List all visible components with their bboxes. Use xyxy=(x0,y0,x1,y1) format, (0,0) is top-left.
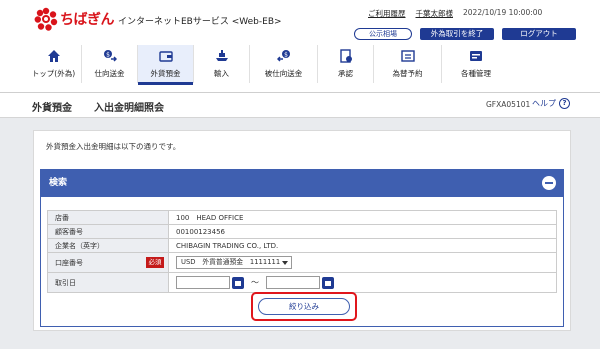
end-fx-button[interactable]: 外為取引を終了 xyxy=(420,28,494,40)
nav-item-import[interactable]: 輸入 xyxy=(194,45,250,83)
calendar-icon[interactable] xyxy=(322,276,334,289)
public-rate-button[interactable]: 公示相場 xyxy=(354,28,412,40)
filter-button[interactable]: 絞り込み xyxy=(258,298,350,315)
nav-item-outward-remittance[interactable]: $ 仕向送金 xyxy=(82,45,138,83)
help-link[interactable]: ヘルプ ? xyxy=(532,98,570,109)
header: ちばぎん インターネットEBサービス <Web-EB> ご利用履歴 千葉太郎様 … xyxy=(0,0,600,93)
form-row-customer-no: 顧客番号 00100123456 xyxy=(47,225,557,239)
nav-item-label: 被仕向送金 xyxy=(264,69,303,78)
account-label-cell: 口座番号 必須 xyxy=(47,253,169,272)
help-label: ヘルプ xyxy=(532,99,556,108)
svg-text:$: $ xyxy=(106,52,110,59)
svg-text:$: $ xyxy=(284,52,288,59)
search-panel: 検索 店番 100 HEAD OFFICE 顧客番号 00100123456 企… xyxy=(40,169,564,327)
nav-item-label: トップ(外為) xyxy=(31,69,76,78)
nav-item-label: 輸入 xyxy=(214,69,229,78)
main-nav: トップ(外為) $ 仕向送金 外貨預金 輸入 $ 被仕向送金 承認 為替予約 各… xyxy=(26,45,510,85)
home-icon xyxy=(47,50,60,62)
screen-id: GFXA05101 xyxy=(486,100,531,109)
date-range-separator: ～ xyxy=(251,278,259,287)
outward-remittance-icon: $ xyxy=(103,50,117,62)
collapse-icon[interactable] xyxy=(542,176,556,190)
section-title: 外貨預金 xyxy=(32,103,72,114)
header-buttons: 公示相場 外為取引を終了 ログアウト xyxy=(354,28,576,40)
nav-item-label: 承認 xyxy=(338,69,353,78)
management-icon xyxy=(470,51,482,61)
nav-item-label: 各種管理 xyxy=(461,69,491,78)
customer-no-label: 顧客番号 xyxy=(47,225,169,238)
brand-name: ちばぎん xyxy=(60,12,115,28)
nav-item-inward-remittance[interactable]: $ 被仕向送金 xyxy=(250,45,318,83)
required-badge: 必須 xyxy=(146,257,164,268)
page-title-bar: 外貨預金 入出金明細照会 GFXA05101 ヘルプ ? xyxy=(0,93,600,118)
form-row-account: 口座番号 必須 USD 外貨普通預金 1111111 xyxy=(47,253,557,273)
wallet-icon xyxy=(158,51,173,62)
exchange-icon xyxy=(400,50,415,62)
approval-icon xyxy=(339,49,352,63)
nav-item-fx-contract[interactable]: 為替予約 xyxy=(374,45,442,83)
form-row-branch: 店番 100 HEAD OFFICE xyxy=(47,211,557,225)
trade-date-value-cell: ～ xyxy=(169,273,557,292)
account-select-value: USD 外貨普通預金 1111111 xyxy=(181,258,281,266)
nav-item-approval[interactable]: 承認 xyxy=(318,45,374,83)
search-heading: 検索 xyxy=(49,178,68,188)
page-title: 入出金明細照会 xyxy=(94,103,164,114)
branch-value: 100 HEAD OFFICE xyxy=(169,211,557,224)
search-form: 店番 100 HEAD OFFICE 顧客番号 00100123456 企業名（… xyxy=(47,210,557,293)
branch-label: 店番 xyxy=(47,211,169,224)
account-label: 口座番号 xyxy=(55,258,83,267)
chibagin-logo-icon xyxy=(34,7,58,31)
chevron-down-icon xyxy=(282,261,288,265)
trade-date-label: 取引日 xyxy=(47,273,169,292)
date-to-input[interactable] xyxy=(266,276,320,289)
help-icon: ? xyxy=(559,98,570,109)
company-label: 企業名（英字） xyxy=(47,239,169,252)
form-row-trade-date: 取引日 ～ xyxy=(47,273,557,293)
search-header: 検索 xyxy=(41,170,563,197)
user-name-link[interactable]: 千葉太郎様 xyxy=(416,8,454,19)
main-card: 外貨預金入出金明細は以下の通りです。 検索 店番 100 HEAD OFFICE… xyxy=(33,130,571,331)
date-from-input[interactable] xyxy=(176,276,230,289)
customer-no-value: 00100123456 xyxy=(169,225,557,238)
account-select[interactable]: USD 外貨普通預金 1111111 xyxy=(176,256,292,269)
usage-history-link[interactable]: ご利用履歴 xyxy=(368,8,406,19)
top-links: ご利用履歴 千葉太郎様 2022/10/19 10:00:00 xyxy=(368,8,542,19)
form-row-company: 企業名（英字） CHIBAGIN TRADING CO., LTD. xyxy=(47,239,557,253)
account-value-cell: USD 外貨普通預金 1111111 xyxy=(169,253,557,272)
nav-item-top[interactable]: トップ(外為) xyxy=(26,45,82,83)
ship-icon xyxy=(215,50,228,61)
nav-item-management[interactable]: 各種管理 xyxy=(442,45,510,83)
logout-button[interactable]: ログアウト xyxy=(502,28,576,40)
intro-text: 外貨預金入出金明細は以下の通りです。 xyxy=(46,142,181,151)
nav-item-label: 外貨預金 xyxy=(150,69,181,78)
filter-button-highlight: 絞り込み xyxy=(251,292,357,321)
company-value: CHIBAGIN TRADING CO., LTD. xyxy=(169,239,557,252)
inward-remittance-icon: $ xyxy=(276,50,290,62)
nav-item-fx-deposit[interactable]: 外貨預金 xyxy=(138,45,194,85)
calendar-icon[interactable] xyxy=(232,276,244,289)
nav-item-label: 仕向送金 xyxy=(94,69,125,78)
service-name: インターネットEBサービス <Web-EB> xyxy=(118,17,282,27)
login-datetime: 2022/10/19 10:00:00 xyxy=(463,8,543,17)
brand-logo[interactable]: ちばぎん インターネットEBサービス <Web-EB> xyxy=(34,7,282,31)
nav-item-label: 為替予約 xyxy=(392,69,423,78)
